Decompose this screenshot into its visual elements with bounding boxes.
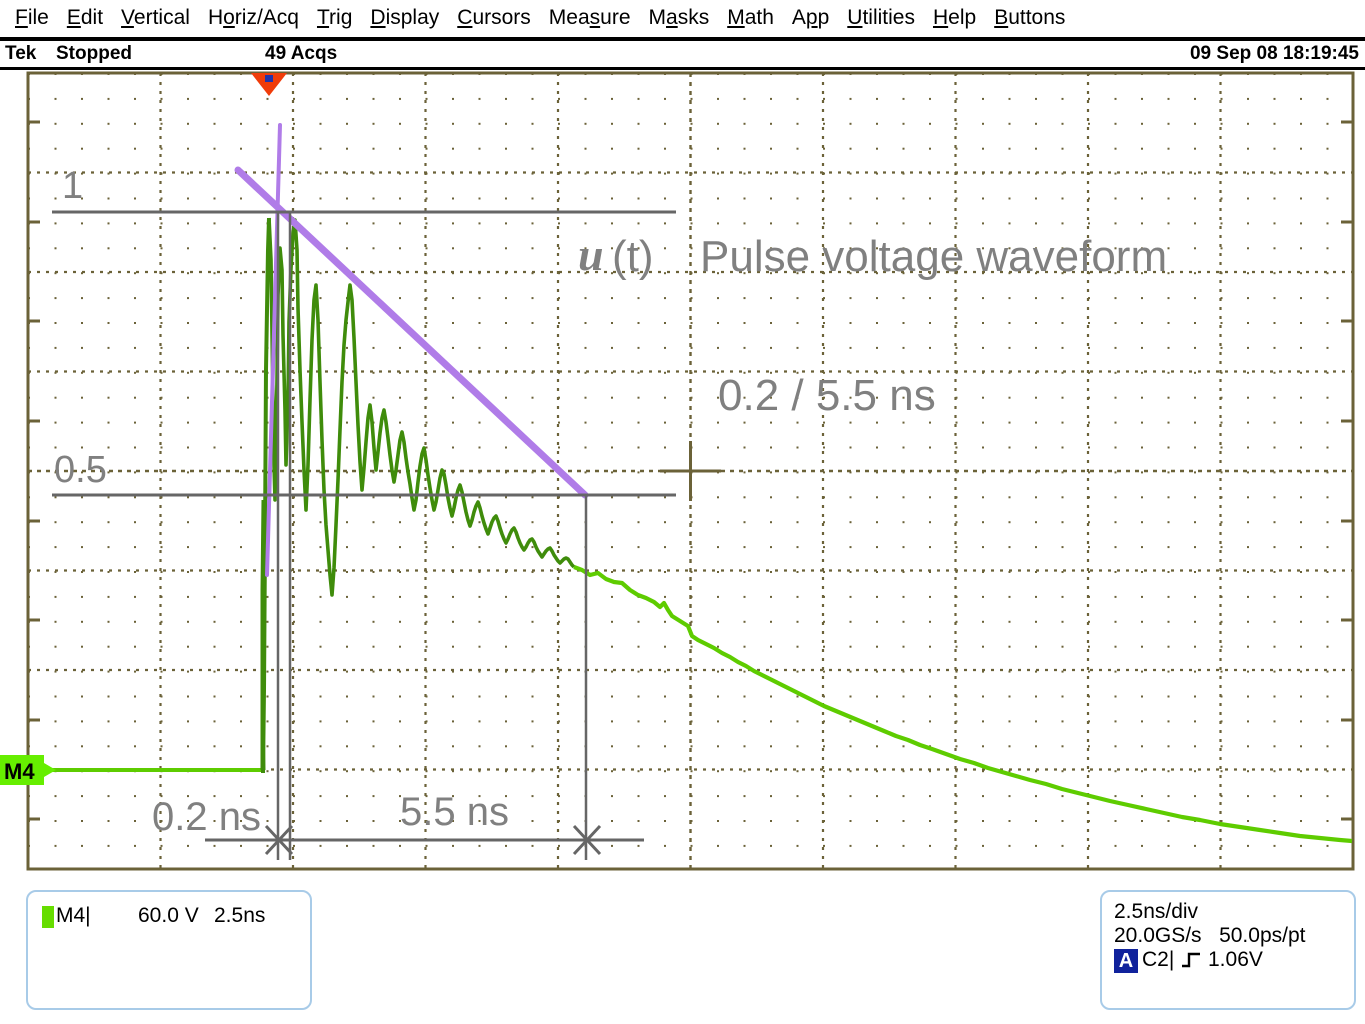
menu-item-vertical[interactable]: Vertical <box>112 3 199 33</box>
acquisition-count: 49 Acqs <box>265 43 338 64</box>
annotation-level-1: 1 <box>62 165 83 207</box>
channel-marker-label: M4 <box>4 759 35 784</box>
menu-item-buttons[interactable]: Buttons <box>985 3 1074 33</box>
menu-item-utilities[interactable]: Utilities <box>838 3 924 33</box>
menu-item-math[interactable]: Math <box>718 3 783 33</box>
trigger-level-value: 1.06V <box>1208 948 1263 971</box>
horizontal-trigger-readout-panel[interactable]: 2.5ns/div 20.0GS/s 50.0ps/pt A C2| 1.06V <box>1100 890 1356 1010</box>
trigger-source-label: C2| <box>1142 948 1175 971</box>
menu-item-app[interactable]: App <box>783 3 838 33</box>
menu-bar-divider <box>0 37 1365 41</box>
annotation-title-arg: (t) <box>612 232 654 281</box>
channel-time-scale[interactable]: 2.5ns <box>214 904 265 928</box>
channel-vertical-scale[interactable]: 60.0 V <box>138 904 199 928</box>
timebase-readout[interactable]: 2.5ns/div <box>1114 900 1198 924</box>
menu-item-cursors[interactable]: Cursors <box>448 3 540 33</box>
sample-rate-readout: 20.0GS/s 50.0ps/pt <box>1114 924 1305 948</box>
channel-readout-label: M4| <box>56 904 91 927</box>
brand-label: Tek <box>5 43 37 64</box>
sample-rate-value: 20.0GS/s <box>1114 924 1202 947</box>
waveform-display-area[interactable]: M4 1 0.5 u (t) Pulse voltage waveform 0.… <box>0 70 1365 880</box>
annotation-timing: 0.2 / 5.5 ns <box>718 371 936 420</box>
status-bar: Tek Stopped 49 Acqs 09 Sep 08 18:19:45 <box>0 43 1365 67</box>
menu-item-measure[interactable]: Measure <box>540 3 640 33</box>
annotation-pulse-width: 5.5 ns <box>400 790 509 834</box>
annotation-title-text: Pulse voltage waveform <box>700 232 1167 281</box>
menu-item-horiz-acq[interactable]: Horiz/Acq <box>199 3 308 33</box>
menu-item-edit[interactable]: Edit <box>58 3 112 33</box>
channel-readout-panel[interactable]: M4| 60.0 V 2.5ns <box>26 890 312 1010</box>
trigger-readout: C2| 1.06V <box>1142 948 1263 972</box>
trigger-badge-a[interactable]: A <box>1114 949 1138 973</box>
annotation-title-symbol: u <box>578 229 604 280</box>
datetime-label: 09 Sep 08 18:19:45 <box>1189 43 1359 64</box>
acquisition-state[interactable]: Stopped <box>56 43 132 65</box>
rising-edge-icon <box>1182 952 1201 968</box>
annotation-rise-time: 0.2 ns <box>152 795 261 839</box>
menu-item-help[interactable]: Help <box>924 3 985 33</box>
channel-color-chip <box>42 906 54 928</box>
waveform-rise-artifact <box>260 499 266 771</box>
menu-bar: File Edit Vertical Horiz/Acq Trig Displa… <box>0 0 1365 36</box>
annotation-level-half: 0.5 <box>54 449 107 491</box>
resolution-value: 50.0ps/pt <box>1219 924 1306 947</box>
menu-item-masks[interactable]: Masks <box>640 3 719 33</box>
menu-item-display[interactable]: Display <box>361 3 448 33</box>
menu-item-trig[interactable]: Trig <box>308 3 361 33</box>
menu-item-file[interactable]: File <box>6 3 58 33</box>
